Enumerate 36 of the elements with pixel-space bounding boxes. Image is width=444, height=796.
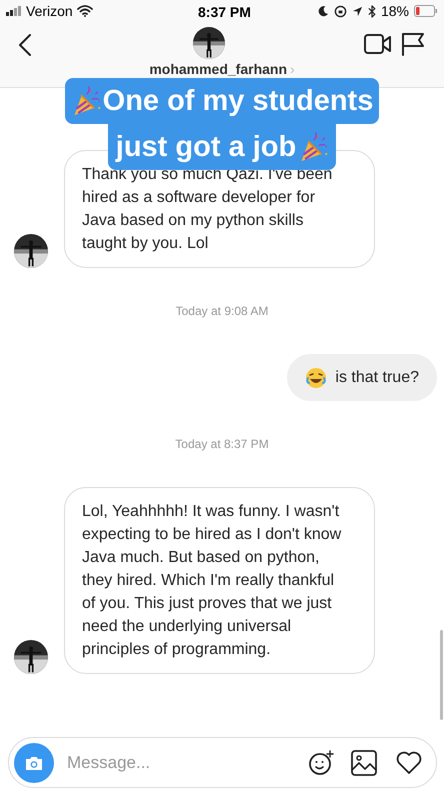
laughing-face-icon	[305, 366, 328, 388]
profile-avatar	[193, 27, 225, 59]
image-icon	[351, 750, 377, 776]
message-field[interactable]: Message...	[8, 737, 437, 788]
camera-button[interactable]	[14, 742, 54, 782]
carrier-name: Verizon	[26, 2, 73, 20]
bluetooth-icon	[368, 4, 376, 18]
sender-avatar	[14, 234, 48, 268]
moon-icon	[318, 5, 329, 17]
smiley-sparkle-icon	[308, 750, 334, 776]
wifi-icon	[76, 5, 93, 17]
video-camera-icon	[364, 34, 392, 54]
battery-percent: 18%	[380, 2, 409, 20]
flag-icon	[401, 32, 425, 56]
sticker-button[interactable]	[308, 750, 334, 776]
timestamp: Today at 9:08 AM	[176, 303, 268, 320]
sender-avatar	[14, 640, 48, 674]
camera-icon	[24, 754, 44, 770]
message-bubble: is that true?	[287, 354, 437, 401]
location-arrow-icon	[352, 6, 363, 16]
timestamp: Today at 8:37 PM	[175, 436, 269, 453]
status-time: 8:37 PM	[198, 3, 251, 22]
like-button[interactable]	[396, 750, 422, 774]
banner-caption: One of my students	[64, 78, 380, 124]
heart-icon	[396, 750, 422, 774]
gallery-button[interactable]	[351, 750, 377, 776]
video-call-button[interactable]	[364, 34, 392, 54]
back-chevron-icon	[19, 34, 31, 56]
back-button[interactable]	[16, 32, 34, 58]
signal-icon	[6, 6, 22, 16]
message-input[interactable]: Message...	[67, 750, 308, 776]
message-bubble: Lol, Yeahhhhh! It was funny. I wasn't expecting to be hired as I don't know Java much. But based on python, they hired. Which I'm really thankful of you. This just proves that we just need the underlying universal principles of programming.	[64, 487, 375, 674]
flag-button[interactable]	[401, 32, 425, 56]
battery-icon	[414, 5, 438, 17]
rotation-lock-icon	[334, 4, 347, 18]
username-link[interactable]: mohammed_farhann ›	[149, 59, 295, 80]
